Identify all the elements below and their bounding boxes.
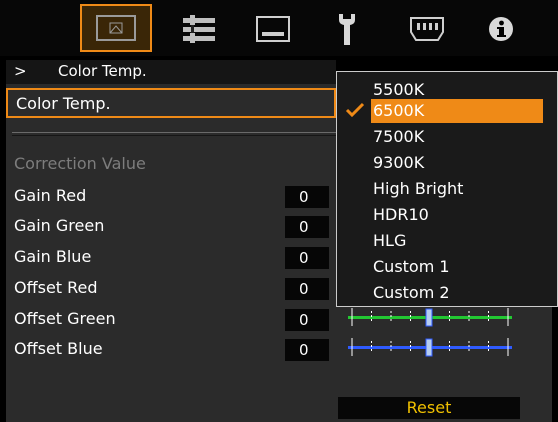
option-custom-2[interactable]: Custom 2 bbox=[371, 281, 450, 305]
slider-track bbox=[348, 308, 512, 327]
breadcrumb-arrow: > bbox=[14, 62, 27, 80]
tab-function[interactable] bbox=[398, 6, 456, 52]
option-7500k[interactable]: 7500K bbox=[371, 125, 424, 149]
option-hdr10[interactable]: HDR10 bbox=[371, 203, 429, 227]
menu-tab-bar bbox=[0, 0, 558, 56]
offset-blue-value[interactable]: 0 bbox=[285, 339, 329, 361]
gain-blue-label: Gain Blue bbox=[14, 247, 92, 266]
offset-red-value[interactable]: 0 bbox=[285, 278, 329, 300]
gain-blue-value[interactable]: 0 bbox=[285, 247, 329, 269]
tab-picture[interactable] bbox=[80, 4, 152, 52]
slider-thumb[interactable] bbox=[425, 338, 433, 357]
offset-green-slider[interactable] bbox=[346, 305, 514, 329]
color-temp-setting-label: Color Temp. bbox=[16, 94, 111, 113]
tab-settings[interactable] bbox=[170, 6, 228, 52]
option-hlg[interactable]: HLG bbox=[371, 229, 406, 253]
slider-thumb[interactable] bbox=[425, 308, 433, 327]
reset-button[interactable]: Reset bbox=[338, 397, 520, 419]
color-temp-setting-row[interactable]: Color Temp. bbox=[6, 88, 336, 118]
offset-green-label: Offset Green bbox=[14, 309, 116, 328]
gain-red-value[interactable]: 0 bbox=[285, 186, 329, 208]
breadcrumb: > Color Temp. bbox=[6, 60, 336, 84]
gain-green-label: Gain Green bbox=[14, 216, 105, 235]
gain-red-label: Gain Red bbox=[14, 186, 87, 205]
option-high-bright[interactable]: High Bright bbox=[371, 177, 463, 201]
wrench-icon bbox=[336, 12, 358, 46]
tab-install[interactable] bbox=[318, 6, 376, 52]
divider bbox=[12, 132, 342, 133]
breadcrumb-title: Color Temp. bbox=[58, 62, 147, 80]
display-icon bbox=[256, 16, 290, 42]
offset-blue-slider[interactable] bbox=[346, 335, 514, 359]
picture-icon bbox=[96, 15, 136, 41]
color-temp-dropdown: 5500K 6500K 7500K 9300K High Bright HDR1… bbox=[336, 71, 558, 307]
option-6500k[interactable]: 6500K bbox=[371, 99, 543, 123]
offset-red-label: Offset Red bbox=[14, 278, 98, 297]
info-icon bbox=[488, 16, 514, 42]
tab-display[interactable] bbox=[244, 6, 302, 52]
gain-green-value[interactable]: 0 bbox=[285, 216, 329, 238]
slider-track bbox=[348, 338, 512, 357]
offset-green-value[interactable]: 0 bbox=[285, 309, 329, 331]
divider-shadow bbox=[12, 135, 342, 136]
connector-icon bbox=[410, 17, 444, 41]
option-9300k[interactable]: 9300K bbox=[371, 151, 424, 175]
tab-info[interactable] bbox=[472, 6, 530, 52]
offset-blue-label: Offset Blue bbox=[14, 339, 103, 358]
check-icon bbox=[345, 102, 365, 122]
correction-value-heading: Correction Value bbox=[14, 154, 146, 173]
option-custom-1[interactable]: Custom 1 bbox=[371, 255, 450, 279]
sliders-icon bbox=[181, 15, 217, 43]
